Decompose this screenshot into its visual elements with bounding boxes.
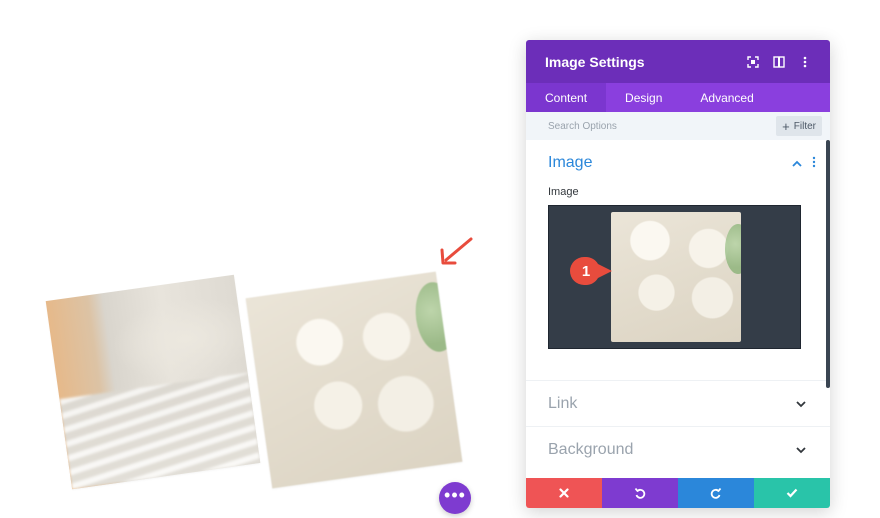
modal-tabs: Content Design Advanced (526, 83, 830, 112)
filter-button[interactable]: + Filter (776, 116, 822, 136)
search-options-input[interactable] (548, 120, 777, 132)
pointer-arrow-icon (440, 237, 473, 265)
tab-content[interactable]: Content (526, 83, 607, 112)
more-options-button[interactable]: ••• (439, 482, 471, 514)
filter-label: Filter (793, 120, 816, 132)
redo-button[interactable] (678, 478, 754, 508)
cancel-button[interactable] (526, 478, 602, 508)
link-section[interactable]: Link (526, 380, 830, 426)
photo-left[interactable] (45, 274, 261, 490)
fullscreen-icon[interactable] (740, 49, 766, 75)
photo-right[interactable] (245, 271, 463, 489)
plant-leaf (411, 279, 461, 355)
annotation-badge: 1 (569, 256, 615, 286)
kebab-icon[interactable] (792, 49, 818, 75)
image-upload-preview[interactable]: 1 (548, 205, 801, 349)
image-settings-modal: Image Settings Content Design Advanced +… (526, 40, 830, 508)
split-view-icon[interactable] (766, 49, 792, 75)
builder-canvas: ••• Image Settings Content Design Advanc… (0, 0, 880, 518)
modal-footer (526, 478, 830, 508)
search-row: + Filter (526, 112, 830, 140)
image-section-header[interactable]: Image (526, 140, 830, 172)
save-button[interactable] (754, 478, 830, 508)
scrollbar[interactable] (826, 140, 830, 388)
background-section-label: Background (548, 440, 634, 458)
annotation-number: 1 (581, 262, 591, 280)
plant-leaf (725, 224, 741, 274)
chevron-up-icon[interactable] (792, 156, 802, 170)
image-thumbnail (611, 212, 741, 342)
chevron-down-icon[interactable] (796, 443, 806, 457)
plus-icon: + (782, 118, 790, 134)
tab-advanced[interactable]: Advanced (681, 83, 772, 112)
ellipsis-icon: ••• (444, 485, 466, 505)
redo-icon (710, 487, 722, 499)
image-section-title: Image (548, 154, 593, 171)
modal-title: Image Settings (545, 53, 645, 70)
undo-button[interactable] (602, 478, 678, 508)
undo-icon (634, 487, 646, 499)
background-section[interactable]: Background (526, 426, 830, 472)
link-section-label: Link (548, 394, 578, 412)
check-icon (786, 488, 798, 498)
section-kebab-icon[interactable] (812, 156, 816, 171)
modal-body: Image Image 1 Link Background (526, 140, 830, 479)
close-icon (559, 488, 569, 498)
tab-design[interactable]: Design (606, 83, 681, 112)
image-field-label: Image (548, 186, 579, 198)
modal-header: Image Settings (526, 40, 830, 83)
chevron-down-icon[interactable] (796, 397, 806, 411)
